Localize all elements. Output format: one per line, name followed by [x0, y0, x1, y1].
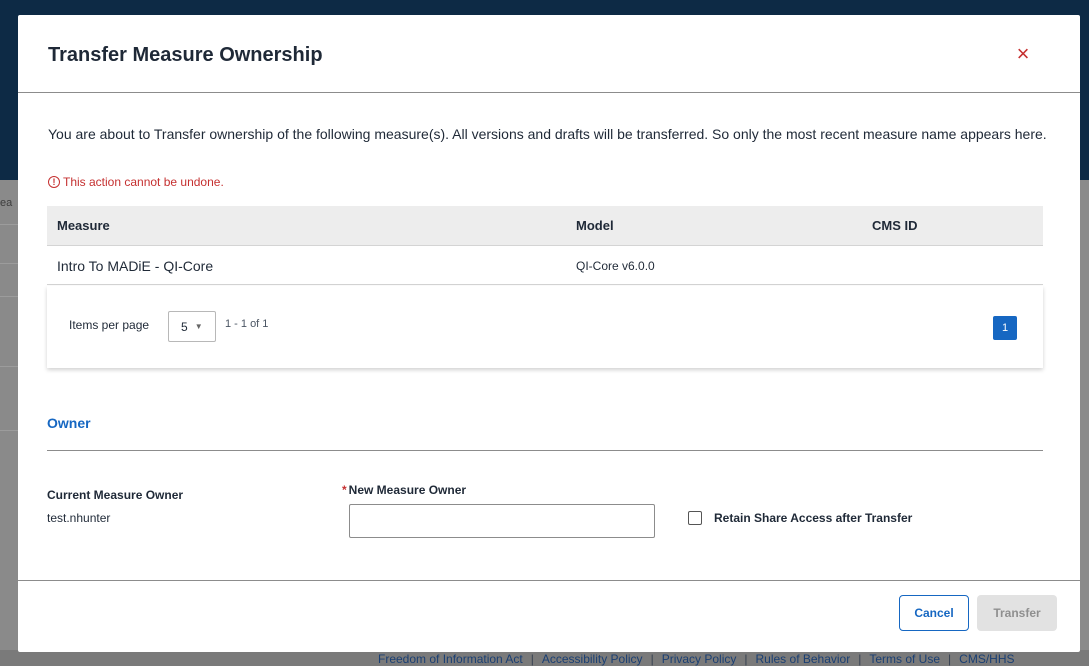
- dialog-description: You are about to Transfer ownership of t…: [48, 126, 1047, 142]
- column-header-measure: Measure: [57, 218, 110, 233]
- new-owner-input[interactable]: [349, 504, 655, 538]
- new-owner-label: * New Measure Owner: [342, 483, 466, 497]
- new-owner-label-text: New Measure Owner: [348, 483, 467, 497]
- chevron-down-icon: ▼: [194, 322, 203, 331]
- column-header-model: Model: [576, 218, 614, 233]
- retain-share-access-checkbox[interactable]: Retain Share Access after Transfer: [688, 511, 912, 525]
- retain-share-access-label: Retain Share Access after Transfer: [714, 511, 913, 525]
- pagination-range: 1 - 1 of 1: [225, 318, 269, 330]
- column-header-cms-id: CMS ID: [872, 218, 918, 233]
- cell-model: QI-Core v6.0.0: [576, 259, 655, 273]
- items-per-page-select[interactable]: 5 ▼: [168, 311, 216, 342]
- cell-measure-name: Intro To MADiE - QI-Core: [57, 258, 214, 274]
- page-button-1[interactable]: 1: [993, 316, 1017, 340]
- background-divider: [0, 366, 18, 367]
- footer-link-cms-hhs[interactable]: CMS/HHS: [959, 652, 1014, 666]
- background-divider: [0, 430, 18, 431]
- items-per-page-value: 5: [181, 319, 188, 334]
- current-owner-value: test.nhunter: [47, 511, 111, 525]
- close-icon: ×: [1016, 41, 1030, 66]
- dialog-title: Transfer Measure Ownership: [48, 44, 323, 66]
- footer-separator: |: [744, 652, 748, 666]
- transfer-button[interactable]: Transfer: [977, 595, 1057, 631]
- background-text-fragment: ea: [0, 197, 13, 209]
- items-per-page-label: Items per page: [69, 318, 150, 332]
- owner-section-title: Owner: [47, 415, 91, 431]
- background-divider: [0, 263, 18, 264]
- cancel-button[interactable]: Cancel: [899, 595, 969, 631]
- footer-separator: |: [530, 652, 534, 666]
- warning-circle-icon: !: [48, 176, 60, 188]
- footer-link-rules[interactable]: Rules of Behavior: [756, 652, 851, 666]
- warning-text: This action cannot be undone.: [63, 175, 224, 189]
- footer-links: Freedom of Information Act | Accessibili…: [378, 652, 1015, 666]
- footer-separator: |: [858, 652, 862, 666]
- dialog-header: Transfer Measure Ownership ×: [18, 15, 1080, 93]
- background-divider: [0, 296, 18, 297]
- footer-link-terms[interactable]: Terms of Use: [869, 652, 940, 666]
- undo-warning: ! This action cannot be undone.: [48, 175, 224, 189]
- table-pagination: Items per page 5 ▼ 1 - 1 of 1 1: [47, 286, 1043, 368]
- footer-link-accessibility[interactable]: Accessibility Policy: [542, 652, 643, 666]
- footer-separator: |: [948, 652, 952, 666]
- transfer-ownership-dialog: Transfer Measure Ownership × You are abo…: [18, 15, 1080, 652]
- table-header-row: Measure Model CMS ID: [47, 206, 1043, 246]
- background-divider: [0, 224, 18, 225]
- checkbox-box[interactable]: [688, 511, 702, 525]
- dialog-footer-divider: [18, 580, 1080, 581]
- footer-separator: |: [650, 652, 654, 666]
- current-owner-label: Current Measure Owner: [47, 488, 184, 502]
- required-marker: *: [342, 483, 347, 497]
- footer-link-privacy[interactable]: Privacy Policy: [662, 652, 737, 666]
- section-divider: [47, 450, 1043, 451]
- measures-table: Measure Model CMS ID Intro To MADiE - QI…: [47, 206, 1043, 285]
- footer-link-foia[interactable]: Freedom of Information Act: [378, 652, 523, 666]
- close-button[interactable]: ×: [1012, 43, 1034, 65]
- table-row: Intro To MADiE - QI-Core QI-Core v6.0.0: [47, 246, 1043, 285]
